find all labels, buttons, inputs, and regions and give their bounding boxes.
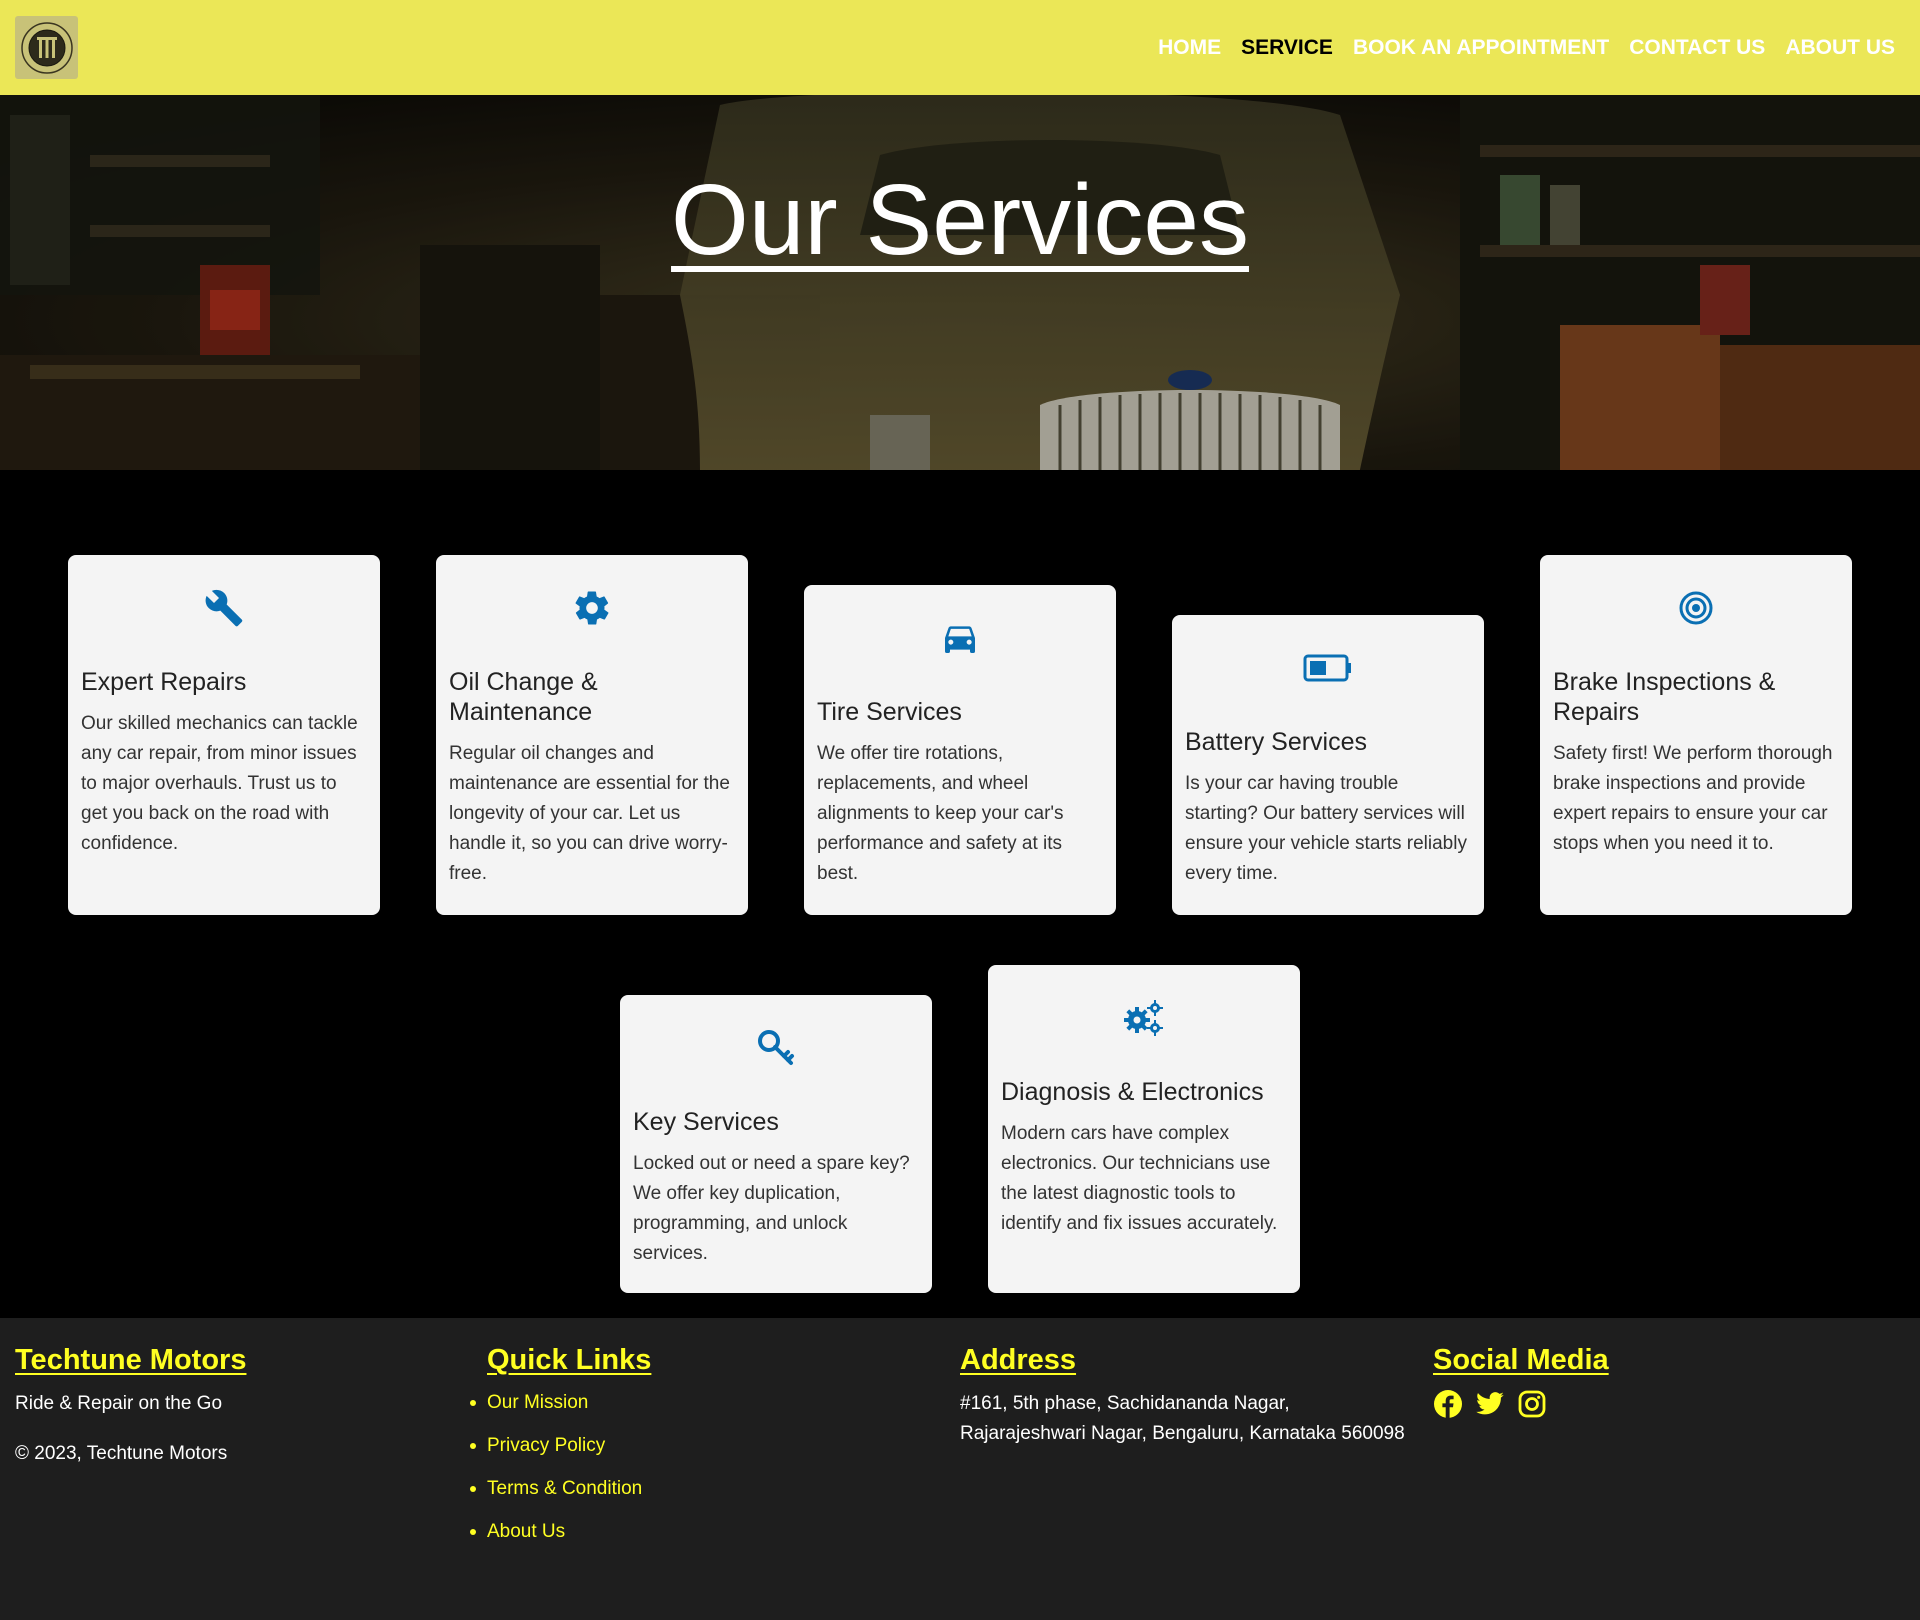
garage-background-image — [0, 95, 1920, 470]
target-icon — [1679, 591, 1713, 625]
service-title: Key Services — [633, 1108, 779, 1136]
footer-tagline: Ride & Repair on the Go — [15, 1393, 223, 1414]
logo[interactable] — [15, 16, 78, 79]
service-description: Is your car having trouble starting? Our… — [1185, 773, 1467, 884]
service-description: Our skilled mechanics can tackle any car… — [81, 713, 358, 854]
quick-links-title: Quick Links — [487, 1344, 652, 1376]
footer-brand-title[interactable]: Techtune Motors — [15, 1344, 246, 1377]
service-title: Battery Services — [1185, 728, 1368, 756]
service-title: Oil Change & Maintenance — [449, 668, 598, 726]
quick-link-privacy-policy[interactable]: Privacy Policy — [469, 1424, 651, 1467]
site-header: HOME SERVICE BOOK AN APPOINTMENT CONTACT… — [0, 0, 1920, 95]
address-line-1: #161, 5th phase, Sachidananda Nagar, — [960, 1393, 1290, 1414]
service-card-key-services: Key Services Locked out or need a spare … — [620, 995, 932, 1293]
footer-address: Address #161, 5th phase, Sachidananda Na… — [960, 1344, 1405, 1449]
social-icons — [1433, 1389, 1609, 1419]
service-title: Tire Services — [817, 698, 962, 726]
hero-banner: Our Services — [0, 95, 1920, 470]
service-card-oil-change: Oil Change & Maintenance Regular oil cha… — [436, 555, 748, 915]
battery-icon — [1303, 654, 1351, 682]
key-icon — [758, 1030, 794, 1065]
wrench-icon — [205, 589, 243, 627]
nav-contact-us[interactable]: CONTACT US — [1629, 36, 1765, 60]
footer-social: Social Media — [1433, 1344, 1609, 1419]
quick-links-list: Our Mission Privacy Policy Terms & Condi… — [469, 1381, 651, 1553]
service-card-expert-repairs: Expert Repairs Our skilled mechanics can… — [68, 555, 380, 915]
service-description: Locked out or need a spare key? We offer… — [633, 1153, 910, 1264]
service-card-battery-services: Battery Services Is your car having trou… — [1172, 615, 1484, 915]
footer-brand: Techtune Motors Ride & Repair on the Go … — [15, 1344, 246, 1469]
instagram-icon[interactable] — [1517, 1389, 1547, 1419]
service-description: We offer tire rotations, replacements, a… — [817, 743, 1064, 884]
service-description: Modern cars have complex electronics. Ou… — [1001, 1123, 1278, 1234]
quick-link-about-us[interactable]: About Us — [469, 1510, 651, 1553]
nav-book-appointment[interactable]: BOOK AN APPOINTMENT — [1353, 36, 1609, 60]
address-line-2: Rajarajeshwari Nagar, Bengaluru, Karnata… — [960, 1423, 1405, 1444]
footer-quick-links: Quick Links Our Mission Privacy Policy T… — [469, 1344, 652, 1553]
service-title: Expert Repairs — [81, 668, 247, 696]
service-card-tire-services: Tire Services We offer tire rotations, r… — [804, 585, 1116, 915]
site-footer: Techtune Motors Ride & Repair on the Go … — [0, 1318, 1920, 1620]
quick-link-terms-condition[interactable]: Terms & Condition — [469, 1467, 651, 1510]
car-icon — [945, 626, 975, 653]
nav-service[interactable]: SERVICE — [1241, 36, 1333, 60]
service-title: Brake Inspections & Repairs — [1553, 668, 1776, 726]
nav-home[interactable]: HOME — [1158, 36, 1221, 60]
service-description: Safety first! We perform thorough brake … — [1553, 743, 1833, 854]
footer-copyright: © 2023, Techtune Motors — [15, 1443, 228, 1464]
social-media-title: Social Media — [1433, 1344, 1609, 1376]
gear-icon — [575, 591, 609, 625]
service-title: Diagnosis & Electronics — [1001, 1078, 1264, 1106]
service-card-brake-inspections: Brake Inspections & Repairs Safety first… — [1540, 555, 1852, 915]
quick-link-our-mission[interactable]: Our Mission — [469, 1381, 651, 1424]
page-title: Our Services — [671, 164, 1249, 276]
nav-about-us[interactable]: ABOUT US — [1785, 36, 1895, 60]
address-title: Address — [960, 1344, 1077, 1376]
gears-icon — [1124, 1000, 1163, 1036]
facebook-icon[interactable] — [1433, 1389, 1463, 1419]
service-card-diagnosis-electronics: Diagnosis & Electronics Modern cars have… — [988, 965, 1300, 1293]
service-description: Regular oil changes and maintenance are … — [449, 743, 730, 884]
twitter-icon[interactable] — [1475, 1389, 1505, 1419]
logo-emblem-icon — [20, 21, 73, 74]
main-nav: HOME SERVICE BOOK AN APPOINTMENT CONTACT… — [1158, 0, 1895, 95]
